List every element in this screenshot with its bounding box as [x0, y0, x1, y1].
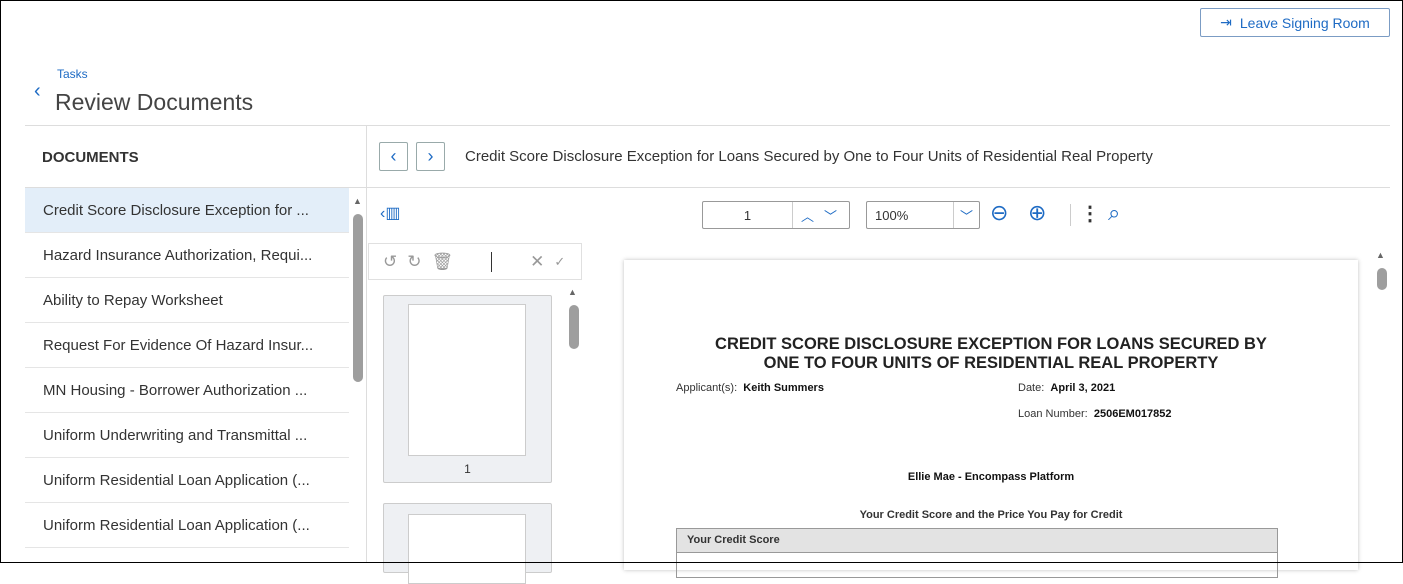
breadcrumb-tasks[interactable]: Tasks	[57, 67, 88, 81]
document-item[interactable]: Credit Score Disclosure Exception for ..…	[25, 188, 349, 233]
page-down-icon[interactable]: ﹀	[824, 206, 837, 225]
document-item[interactable]: Uniform Underwriting and Transmittal ...	[25, 413, 349, 458]
zoom-in-icon[interactable]: ⊕	[1028, 200, 1046, 226]
search-icon[interactable]: ⌕	[1108, 200, 1120, 226]
exit-icon: ⇥	[1220, 14, 1232, 30]
document-page: CREDIT SCORE DISCLOSURE EXCEPTION FOR LO…	[624, 260, 1358, 578]
rotate-left-icon[interactable]: ↺	[383, 252, 397, 272]
thumbnail-scrollbar[interactable]	[569, 305, 579, 349]
document-item[interactable]: Hazard Insurance Authorization, Requi...	[25, 233, 349, 278]
rotate-right-icon[interactable]: ↻	[407, 252, 421, 272]
page-number-input[interactable]: 1 ︿ ﹀	[702, 201, 850, 229]
next-document-button[interactable]: ›	[416, 142, 445, 171]
document-item[interactable]: Uniform Residential Loan Application (..…	[25, 503, 349, 548]
cancel-icon[interactable]: ✕	[530, 252, 544, 272]
toggle-thumbnails-icon[interactable]: ‹▥	[380, 203, 400, 223]
thumbnail-toolbar: ↺ ↻ 🗑 ✕ ✓	[368, 243, 582, 280]
credit-score-table: Your Credit Score	[676, 528, 1278, 578]
document-item[interactable]: Ability to Repay Worksheet	[25, 278, 349, 323]
back-icon[interactable]: ‹	[34, 80, 41, 103]
page-up-icon[interactable]: ︿	[801, 206, 814, 225]
zoom-select[interactable]: 100% ﹀	[866, 201, 980, 229]
more-options-icon[interactable]: ⋮	[1080, 201, 1100, 226]
documents-sidebar: DOCUMENTS Credit Score Disclosure Except…	[25, 126, 367, 563]
document-item[interactable]: Uniform Residential Loan Application (..…	[25, 458, 349, 503]
page-thumbnail[interactable]: 1	[383, 295, 552, 483]
page-title: Review Documents	[55, 89, 254, 115]
document-scrollbar[interactable]	[1377, 268, 1387, 290]
document-item[interactable]: Request For Evidence Of Hazard Insur...	[25, 323, 349, 368]
leave-signing-room-button[interactable]: ⇥ Leave Signing Room	[1200, 8, 1390, 37]
chevron-down-icon: ﹀	[953, 202, 979, 228]
documents-heading: DOCUMENTS	[42, 149, 139, 166]
confirm-icon[interactable]: ✓	[554, 254, 565, 270]
document-item[interactable]: MN Housing - Borrower Authorization ...	[25, 368, 349, 413]
delete-icon[interactable]: 🗑	[432, 252, 454, 272]
previous-document-button[interactable]: ‹	[379, 142, 408, 171]
zoom-out-icon[interactable]: ⊖	[990, 200, 1008, 226]
document-title: Credit Score Disclosure Exception for Lo…	[465, 148, 1153, 165]
sidebar-scrollbar[interactable]	[353, 214, 363, 382]
